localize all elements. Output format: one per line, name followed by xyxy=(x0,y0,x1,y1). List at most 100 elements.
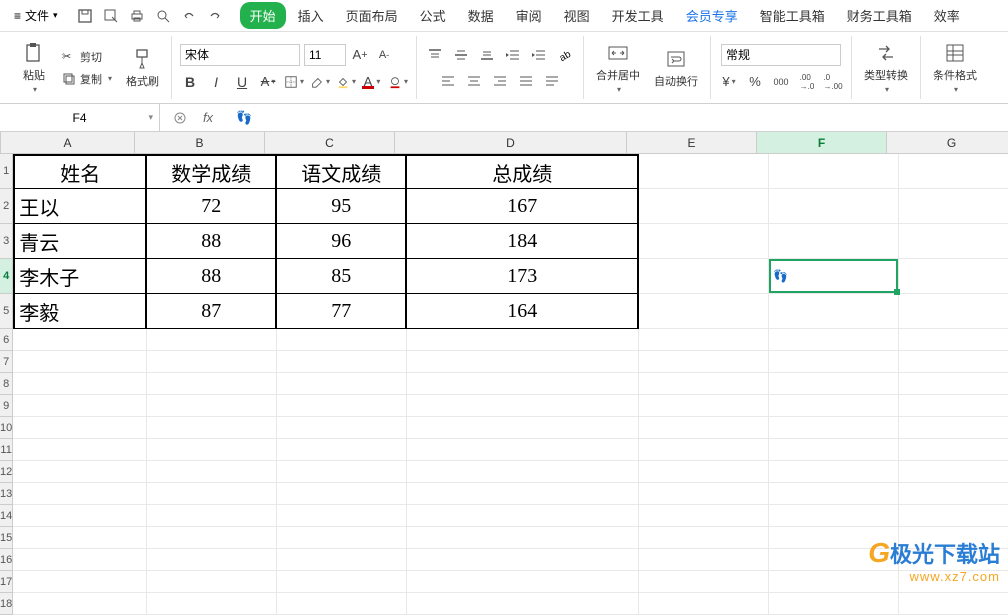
undo-icon[interactable] xyxy=(180,7,198,25)
save-icon[interactable] xyxy=(76,7,94,25)
row-header-16[interactable]: 16 xyxy=(0,549,13,571)
cell-C17[interactable] xyxy=(277,571,407,593)
cell-C10[interactable] xyxy=(277,417,407,439)
wrap-text-button[interactable]: 自动换行 xyxy=(650,45,702,91)
cell-A4[interactable]: 李木子 xyxy=(13,259,147,294)
row-header-3[interactable]: 3 xyxy=(0,224,13,259)
cell-A10[interactable] xyxy=(13,417,147,439)
increase-font-icon[interactable]: A+ xyxy=(350,45,370,65)
cell-D10[interactable] xyxy=(407,417,639,439)
align-middle-icon[interactable] xyxy=(451,45,471,65)
cell-C14[interactable] xyxy=(277,505,407,527)
cell-G18[interactable] xyxy=(899,593,1008,615)
column-header-A[interactable]: A xyxy=(1,132,135,153)
cell-D16[interactable] xyxy=(407,549,639,571)
column-header-G[interactable]: G xyxy=(887,132,1008,153)
tab-view[interactable]: 视图 xyxy=(554,2,600,29)
cell-D13[interactable] xyxy=(407,483,639,505)
cell-E11[interactable] xyxy=(639,439,769,461)
cell-G8[interactable] xyxy=(899,373,1008,395)
cell-D4[interactable]: 173 xyxy=(407,259,639,294)
decrease-decimal-icon[interactable]: .0→.00 xyxy=(823,72,843,92)
font-size-select[interactable] xyxy=(304,44,346,66)
cell-A14[interactable] xyxy=(13,505,147,527)
cell-E4[interactable] xyxy=(639,259,769,294)
cell-G4[interactable] xyxy=(899,259,1008,294)
cell-G12[interactable] xyxy=(899,461,1008,483)
row-header-9[interactable]: 9 xyxy=(0,395,13,417)
cell-F4[interactable]: 👣 xyxy=(769,259,899,294)
cell-G5[interactable] xyxy=(899,294,1008,329)
formula-input[interactable]: 👣 xyxy=(228,110,1008,126)
cell-F18[interactable] xyxy=(769,593,899,615)
cell-C16[interactable] xyxy=(277,549,407,571)
paste-button[interactable]: 粘贴 xyxy=(16,39,52,96)
highlight-icon[interactable] xyxy=(388,72,408,92)
cell-G13[interactable] xyxy=(899,483,1008,505)
decrease-indent-icon[interactable] xyxy=(503,45,523,65)
cell-G2[interactable] xyxy=(899,189,1008,224)
merge-center-button[interactable]: 合并居中 xyxy=(592,39,644,96)
tab-data[interactable]: 数据 xyxy=(458,2,504,29)
cell-A9[interactable] xyxy=(13,395,147,417)
cell-E16[interactable] xyxy=(639,549,769,571)
cell-A12[interactable] xyxy=(13,461,147,483)
row-header-7[interactable]: 7 xyxy=(0,351,13,373)
cell-C13[interactable] xyxy=(277,483,407,505)
cell-B12[interactable] xyxy=(147,461,277,483)
row-header-8[interactable]: 8 xyxy=(0,373,13,395)
format-painter-button[interactable]: 格式刷 xyxy=(122,45,163,91)
cell-F8[interactable] xyxy=(769,373,899,395)
cell-D18[interactable] xyxy=(407,593,639,615)
cell-F2[interactable] xyxy=(769,189,899,224)
row-header-11[interactable]: 11 xyxy=(0,439,13,461)
cell-D14[interactable] xyxy=(407,505,639,527)
increase-decimal-icon[interactable]: .00→.0 xyxy=(797,72,817,92)
font-name-select[interactable] xyxy=(180,44,300,66)
cell-G6[interactable] xyxy=(899,329,1008,351)
column-header-E[interactable]: E xyxy=(627,132,757,153)
copy-button[interactable]: 复制 xyxy=(58,69,116,89)
cell-G7[interactable] xyxy=(899,351,1008,373)
cell-G11[interactable] xyxy=(899,439,1008,461)
cell-A13[interactable] xyxy=(13,483,147,505)
cell-D11[interactable] xyxy=(407,439,639,461)
fill-color-icon[interactable] xyxy=(336,72,356,92)
align-right-icon[interactable] xyxy=(490,71,510,91)
underline-icon[interactable]: U xyxy=(232,72,252,92)
align-center-icon[interactable] xyxy=(464,71,484,91)
cell-F1[interactable] xyxy=(769,154,899,189)
cell-D9[interactable] xyxy=(407,395,639,417)
cell-D8[interactable] xyxy=(407,373,639,395)
cell-F3[interactable] xyxy=(769,224,899,259)
bold-icon[interactable]: B xyxy=(180,72,200,92)
cell-C1[interactable]: 语文成绩 xyxy=(277,154,407,189)
tab-developer[interactable]: 开发工具 xyxy=(602,2,674,29)
cell-C4[interactable]: 85 xyxy=(277,259,407,294)
cell-E6[interactable] xyxy=(639,329,769,351)
file-menu[interactable]: ≡ 文件 ▾ xyxy=(8,5,64,26)
cell-F9[interactable] xyxy=(769,395,899,417)
tab-start[interactable]: 开始 xyxy=(240,2,286,29)
row-header-17[interactable]: 17 xyxy=(0,571,13,593)
cell-B10[interactable] xyxy=(147,417,277,439)
row-header-13[interactable]: 13 xyxy=(0,483,13,505)
cell-F14[interactable] xyxy=(769,505,899,527)
cancel-icon[interactable] xyxy=(170,108,190,128)
cell-B13[interactable] xyxy=(147,483,277,505)
cell-D6[interactable] xyxy=(407,329,639,351)
cell-B2[interactable]: 72 xyxy=(147,189,277,224)
cell-B3[interactable]: 88 xyxy=(147,224,277,259)
row-header-12[interactable]: 12 xyxy=(0,461,13,483)
strikethrough-icon[interactable]: A xyxy=(258,72,278,92)
print-preview-icon[interactable] xyxy=(154,7,172,25)
redo-icon[interactable] xyxy=(206,7,224,25)
cell-E13[interactable] xyxy=(639,483,769,505)
italic-icon[interactable]: I xyxy=(206,72,226,92)
column-header-B[interactable]: B xyxy=(135,132,265,153)
align-left-icon[interactable] xyxy=(438,71,458,91)
cell-D7[interactable] xyxy=(407,351,639,373)
number-format-select[interactable] xyxy=(721,44,841,66)
tab-review[interactable]: 审阅 xyxy=(506,2,552,29)
cell-G9[interactable] xyxy=(899,395,1008,417)
